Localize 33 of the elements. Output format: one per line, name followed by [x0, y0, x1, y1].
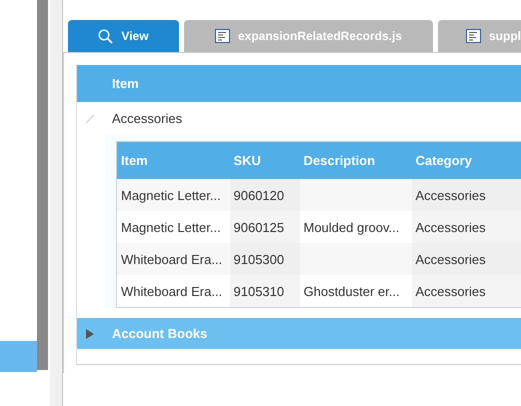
column-header[interactable]: Item	[77, 76, 139, 91]
sidebar-item[interactable]	[0, 341, 37, 372]
group-row[interactable]: Account Books	[77, 318, 521, 349]
table-cell: Accessories	[416, 252, 486, 266]
table-cell: Whiteboard Era...	[121, 284, 222, 298]
table-cell: Accessories	[416, 188, 486, 202]
tab[interactable]: View	[68, 20, 179, 52]
tab[interactable]: suppl	[438, 20, 521, 52]
table-cell: Moulded groov...	[304, 220, 400, 234]
group-label: Account Books	[111, 326, 208, 341]
table-cell: Magnetic Letter...	[121, 220, 221, 234]
collapse-icon	[84, 114, 94, 124]
group-label: Accessories	[111, 111, 182, 126]
column-header[interactable]: SKU	[230, 142, 300, 179]
column-header[interactable]: Item	[116, 142, 230, 179]
document-icon	[466, 29, 481, 43]
tab[interactable]: expansionRelatedRecords.js	[184, 20, 433, 52]
scrollbar[interactable]	[37, 0, 48, 370]
expand-icon	[86, 328, 94, 338]
table-cell: Magnetic Letter...	[121, 188, 221, 202]
column-header[interactable]: Category	[412, 142, 521, 179]
table-cell: Whiteboard Era...	[121, 252, 222, 266]
table-cell: Ghostduster er...	[304, 284, 400, 298]
table-cell: Accessories	[416, 220, 486, 234]
group-row[interactable]: Accessories	[77, 102, 521, 135]
search-icon	[98, 28, 114, 44]
table-cell: 9105310	[234, 284, 284, 298]
table-cell: Accessories	[416, 284, 486, 298]
document-icon	[214, 29, 230, 43]
column-header[interactable]: Description	[300, 142, 412, 179]
table-cell: 9060125	[234, 220, 284, 234]
table-cell: 9060120	[234, 188, 284, 202]
table-cell: 9105300	[234, 252, 284, 266]
